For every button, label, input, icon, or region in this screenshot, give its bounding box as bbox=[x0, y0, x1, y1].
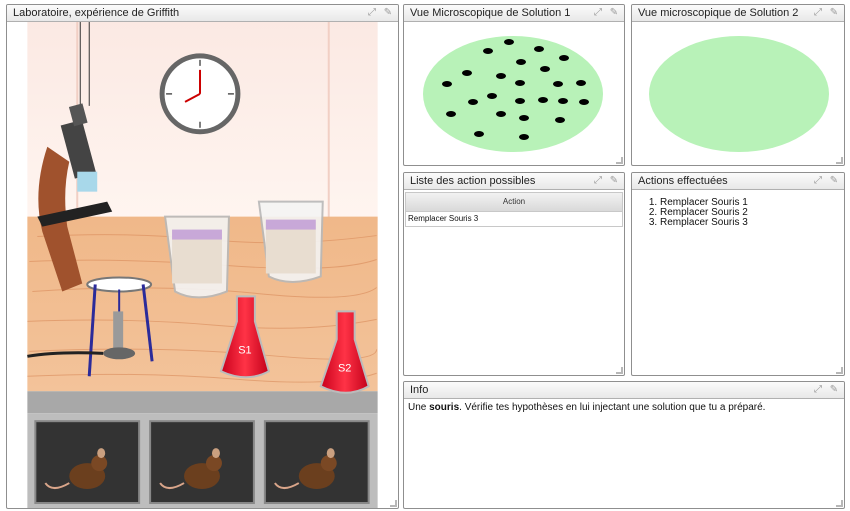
actions-done-list: Remplacer Souris 1 Remplacer Souris 2 Re… bbox=[632, 198, 844, 228]
wrench-icon[interactable]: ✎ bbox=[828, 6, 840, 20]
lab-panel-title: Laboratoire, expérience de Griffith bbox=[13, 7, 180, 19]
beaker-1[interactable] bbox=[163, 215, 230, 299]
expand-icon[interactable]: ⤢ bbox=[366, 6, 378, 20]
info-text-suffix: . Vérifie tes hypothèses en lui injectan… bbox=[459, 402, 766, 413]
petri-dish-2 bbox=[649, 36, 829, 152]
list-item: Remplacer Souris 3 bbox=[660, 218, 844, 228]
actions-done-panel: Actions effectuées ⤢ ✎ Remplacer Souris … bbox=[631, 172, 845, 376]
wrench-icon[interactable]: ✎ bbox=[828, 383, 840, 397]
micro2-panel-header: Vue microscopique de Solution 2 ⤢ ✎ bbox=[632, 5, 844, 22]
lab-scene: S1 S2 bbox=[27, 22, 378, 508]
resize-handle[interactable] bbox=[390, 500, 397, 507]
wrench-icon[interactable]: ✎ bbox=[382, 6, 394, 20]
lab-panel-header: Laboratoire, expérience de Griffith ⤢ ✎ bbox=[7, 5, 398, 22]
info-panel: Info ⤢ ✎ Une souris. Vérifie tes hypothè… bbox=[403, 381, 845, 509]
resize-handle[interactable] bbox=[616, 157, 623, 164]
table-edge bbox=[27, 391, 378, 414]
actions-done-title: Actions effectuées bbox=[638, 175, 728, 187]
expand-icon[interactable]: ⤢ bbox=[812, 174, 824, 188]
mouse-cage-1[interactable] bbox=[34, 420, 141, 505]
expand-icon[interactable]: ⤢ bbox=[592, 174, 604, 188]
flask-s2-label: S2 bbox=[338, 362, 351, 374]
flask-s1-label: S1 bbox=[238, 344, 251, 356]
action-row-replace-mouse-3[interactable]: Remplacer Souris 3 bbox=[405, 212, 623, 227]
actions-possible-header: Liste des action possibles ⤢ ✎ bbox=[404, 173, 624, 190]
resize-handle[interactable] bbox=[836, 500, 843, 507]
micro1-panel-title: Vue Microscopique de Solution 1 bbox=[410, 7, 571, 19]
mouse-cage-2[interactable] bbox=[149, 420, 255, 505]
petri-dish-1 bbox=[423, 36, 603, 152]
micro2-panel-title: Vue microscopique de Solution 2 bbox=[638, 7, 799, 19]
expand-icon[interactable]: ⤢ bbox=[592, 6, 604, 20]
micro1-panel-header: Vue Microscopique de Solution 1 ⤢ ✎ bbox=[404, 5, 624, 22]
lab-panel: Laboratoire, expérience de Griffith ⤢ ✎ bbox=[6, 4, 399, 509]
info-message: Une souris. Vérifie tes hypothèses en lu… bbox=[404, 399, 844, 416]
wrench-icon[interactable]: ✎ bbox=[608, 174, 620, 188]
actions-possible-title: Liste des action possibles bbox=[410, 175, 536, 187]
action-column-header[interactable]: Action bbox=[405, 192, 623, 212]
resize-handle[interactable] bbox=[836, 367, 843, 374]
micro1-panel: Vue Microscopique de Solution 1 ⤢ ✎ bbox=[403, 4, 625, 166]
mouse-cage-3[interactable] bbox=[263, 420, 370, 505]
info-text-prefix: Une bbox=[408, 402, 430, 413]
wrench-icon[interactable]: ✎ bbox=[828, 174, 840, 188]
actions-done-header: Actions effectuées ⤢ ✎ bbox=[632, 173, 844, 190]
petri-dish-2-surface bbox=[649, 36, 829, 152]
expand-icon[interactable]: ⤢ bbox=[812, 6, 824, 20]
info-panel-title: Info bbox=[410, 384, 429, 396]
actions-possible-panel: Liste des action possibles ⤢ ✎ Action Re… bbox=[403, 172, 625, 376]
petri-dish-1-surface bbox=[423, 36, 603, 152]
info-panel-header: Info ⤢ ✎ bbox=[404, 382, 844, 399]
resize-handle[interactable] bbox=[616, 367, 623, 374]
micro2-panel: Vue microscopique de Solution 2 ⤢ ✎ bbox=[631, 4, 845, 166]
expand-icon[interactable]: ⤢ bbox=[812, 383, 824, 397]
beaker-2[interactable] bbox=[257, 200, 324, 283]
info-text-bold: souris bbox=[429, 402, 460, 413]
wrench-icon[interactable]: ✎ bbox=[608, 6, 620, 20]
resize-handle[interactable] bbox=[836, 157, 843, 164]
